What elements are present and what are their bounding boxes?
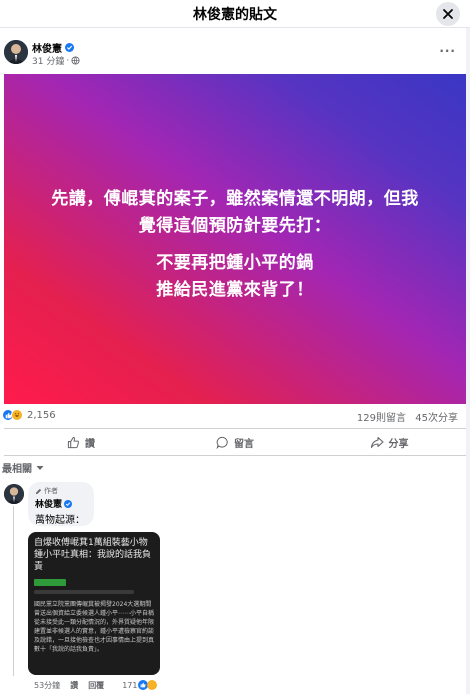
post-header: 林俊憲 31 分鐘 · ··· bbox=[0, 36, 470, 72]
caret-down-icon bbox=[36, 465, 44, 470]
verified-badge-icon bbox=[65, 43, 74, 52]
attachment-meta-bar bbox=[34, 590, 134, 594]
post-time[interactable]: 31 分鐘 bbox=[32, 54, 64, 67]
share-icon bbox=[370, 436, 384, 448]
comment-icon bbox=[216, 436, 228, 449]
comment-time[interactable]: 53分鐘 bbox=[34, 680, 60, 691]
post-image[interactable]: 先講，傅崐萁的案子，雖然案情還不明朗，但我 覺得這個預防針要先打： 不要再把鍾小… bbox=[4, 74, 466, 404]
close-button[interactable] bbox=[436, 2, 460, 26]
post-author-name[interactable]: 林俊憲 bbox=[32, 40, 62, 55]
comment-reactions[interactable]: 171 bbox=[122, 680, 158, 690]
haha-reaction-icon bbox=[147, 680, 158, 690]
shares-count[interactable]: 45次分享 bbox=[415, 409, 458, 424]
comment-reply-button[interactable]: 回覆 bbox=[88, 680, 104, 691]
post-action-bar: 讚 留言 分享 bbox=[4, 428, 466, 456]
image-text-line-4: 推給民進黨來背了！ bbox=[156, 280, 314, 300]
reactions-count: 2,156 bbox=[27, 409, 56, 421]
comment-image-attachment[interactable]: 自爆收傅崐萁1萬組裝藝小物 鍾小平吐真相：我說的話我負責 國民黨立院黨團傳崐萁被… bbox=[28, 532, 160, 675]
comment-author-name[interactable]: 林俊憲 bbox=[35, 497, 62, 510]
comment-thread-line bbox=[13, 506, 14, 676]
comment-actions: 53分鐘 讚 回覆 171 bbox=[34, 678, 174, 692]
author-badge: 作者 bbox=[35, 486, 87, 496]
attachment-tag bbox=[34, 579, 66, 586]
post-author[interactable]: 林俊憲 bbox=[32, 40, 74, 55]
sort-label: 最相關 bbox=[2, 464, 32, 475]
image-text-line-3: 不要再把鍾小平的鍋 bbox=[156, 253, 314, 273]
verified-badge-icon bbox=[64, 499, 73, 508]
author-avatar[interactable] bbox=[4, 40, 28, 64]
comment-text: 萬物起源： bbox=[35, 515, 85, 526]
comment-bubble: 作者 林俊憲 萬物起源： bbox=[28, 482, 94, 526]
comment-like-button[interactable]: 讚 bbox=[70, 680, 78, 691]
image-text-line-1: 先講，傅崐萁的案子，雖然案情還不明朗，但我 bbox=[51, 189, 419, 209]
image-text-line-2: 覺得這個預防針要先打： bbox=[138, 216, 332, 236]
globe-icon bbox=[71, 56, 80, 65]
share-button[interactable]: 分享 bbox=[312, 429, 466, 455]
more-options-button[interactable]: ··· bbox=[439, 44, 456, 58]
comment-reactions-count: 171 bbox=[122, 680, 138, 690]
post-meta: 31 分鐘 · bbox=[32, 54, 80, 67]
attachment-body: 國民黨立院黨團傳崐萁被揭發2024大選期間曾送出個資給立委候選人鍾小平⋯⋯小平自… bbox=[34, 601, 155, 653]
post-stats: 2,156 129則留言 45次分享 bbox=[0, 405, 470, 427]
share-button-label: 分享 bbox=[388, 438, 409, 450]
dialog-header: 林俊憲的貼文 bbox=[0, 0, 470, 28]
dialog-title: 林俊憲的貼文 bbox=[193, 7, 277, 23]
pencil-icon bbox=[35, 488, 42, 494]
commenter-avatar[interactable] bbox=[4, 484, 24, 504]
comment-button-label: 留言 bbox=[234, 438, 254, 450]
comment-button[interactable]: 留言 bbox=[158, 429, 312, 455]
comment-author[interactable]: 林俊憲 bbox=[35, 497, 87, 510]
author-badge-label: 作者 bbox=[44, 487, 58, 495]
scrollbar[interactable] bbox=[466, 28, 470, 694]
haha-reaction-icon bbox=[11, 409, 23, 421]
thumbs-up-icon bbox=[67, 436, 79, 448]
close-icon bbox=[443, 9, 453, 19]
comments-count[interactable]: 129則留言 bbox=[357, 409, 406, 424]
like-button-label: 讚 bbox=[85, 438, 95, 450]
attachment-headline: 自爆收傅崐萁1萬組裝藝小物 鍾小平吐真相：我說的話我負責 bbox=[34, 538, 152, 572]
like-button[interactable]: 讚 bbox=[4, 429, 158, 455]
comment-sort-dropdown[interactable]: 最相關 bbox=[2, 460, 44, 475]
reactions-summary[interactable]: 2,156 bbox=[2, 409, 56, 421]
